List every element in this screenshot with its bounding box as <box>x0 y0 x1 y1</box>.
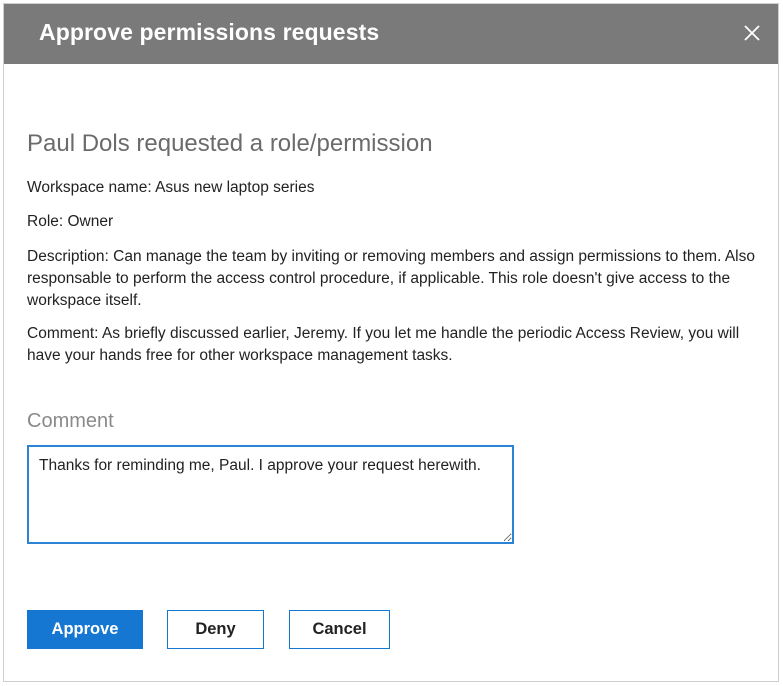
dialog-header: Approve permissions requests <box>4 4 778 64</box>
request-title: Paul Dols requested a role/permission <box>27 130 433 157</box>
comment-input[interactable]: Thanks for reminding me, Paul. I approve… <box>27 445 514 544</box>
role: Role: Owner <box>27 213 114 230</box>
comment-label: Comment <box>27 410 114 432</box>
role-description: Description: Can manage the team by invi… <box>27 248 755 309</box>
cancel-button[interactable]: Cancel <box>289 610 390 649</box>
dialog-title: Approve permissions requests <box>39 19 380 45</box>
approve-button[interactable]: Approve <box>27 610 143 649</box>
requester-comment: Comment: As briefly discussed earlier, J… <box>27 325 740 364</box>
workspace-name: Workspace name: Asus new laptop series <box>27 179 315 196</box>
close-icon <box>744 25 760 41</box>
approve-permissions-dialog: Approve permissions requests Paul Dols r… <box>3 3 779 682</box>
close-button[interactable] <box>742 23 762 43</box>
deny-button[interactable]: Deny <box>167 610 264 649</box>
